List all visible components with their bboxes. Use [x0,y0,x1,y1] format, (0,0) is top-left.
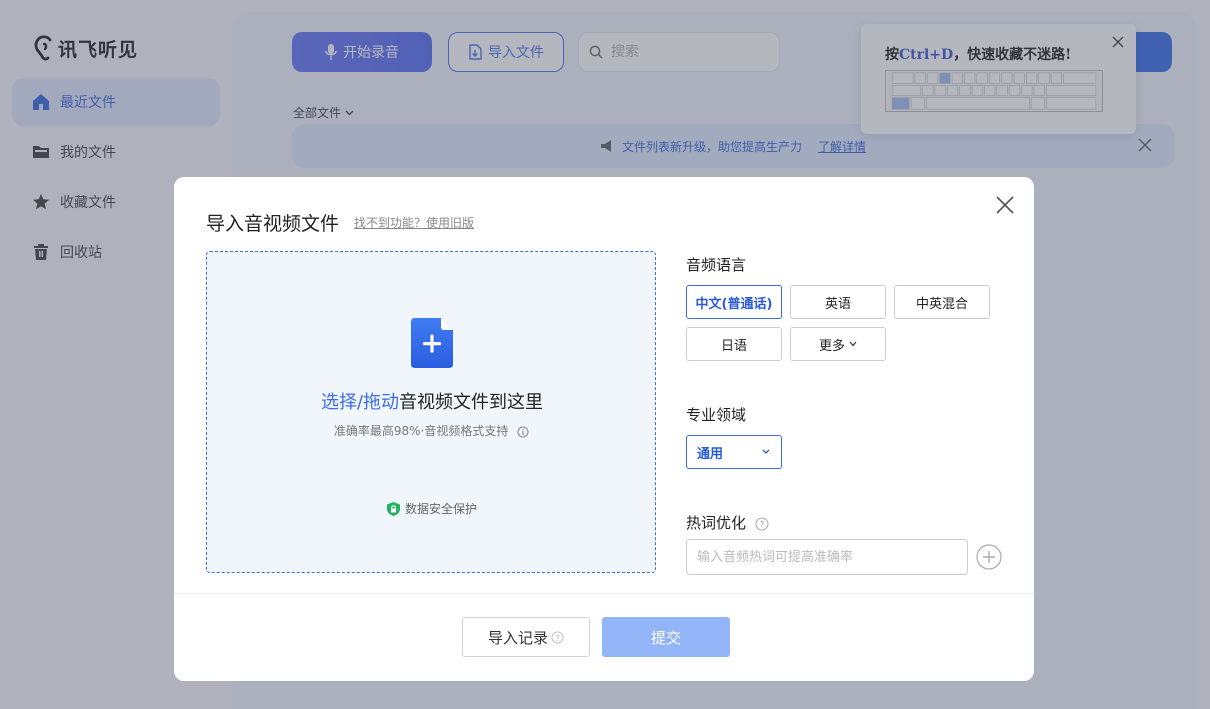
help-icon[interactable]: ? [755,517,769,531]
audio-language-label: 音频语言 [686,256,747,274]
dialog-title: 导入音视频文件 [206,213,340,235]
chevron-down-icon [762,449,770,454]
language-english-button[interactable]: 英语 [790,285,886,319]
language-mixed-button[interactable]: 中英混合 [894,285,990,319]
file-drop-zone[interactable]: 选择/拖动音视频文件到这里 准确率最高98%·音视频格式支持 数据安全保护 [206,251,656,573]
hotword-input[interactable] [686,539,968,575]
dialog-divider [174,593,1034,594]
svg-text:?: ? [555,632,559,642]
language-japanese-button[interactable]: 日语 [686,327,782,361]
info-icon[interactable] [516,425,530,439]
hotword-label: 热词优化 ? [686,512,769,533]
use-old-version-link[interactable]: 找不到功能？使用旧版 [354,214,474,231]
close-icon[interactable] [996,196,1014,214]
format-support-note: 准确率最高98%·音视频格式支持 [207,422,657,439]
add-circle-icon[interactable] [976,544,1002,570]
select-drag-link[interactable]: 选择/拖动 [321,392,399,413]
data-security-badge: 数据安全保护 [207,500,657,517]
add-file-icon [411,318,453,368]
domain-label: 专业领域 [686,406,747,424]
import-dialog: 导入音视频文件 找不到功能？使用旧版 选择/拖动音视频文件到这里 准确率最高98… [174,177,1034,681]
language-chinese-button[interactable]: 中文(普通话) [686,285,782,319]
chevron-down-icon [849,341,857,347]
import-history-button[interactable]: 导入记录 ? [462,617,590,657]
help-icon: ? [551,630,564,644]
shield-icon [386,501,400,516]
domain-select[interactable]: 通用 [686,435,782,469]
language-more-button[interactable]: 更多 [790,327,886,361]
submit-button[interactable]: 提交 [602,617,730,657]
svg-text:?: ? [759,520,764,530]
drop-instruction: 选择/拖动音视频文件到这里 [320,392,544,413]
